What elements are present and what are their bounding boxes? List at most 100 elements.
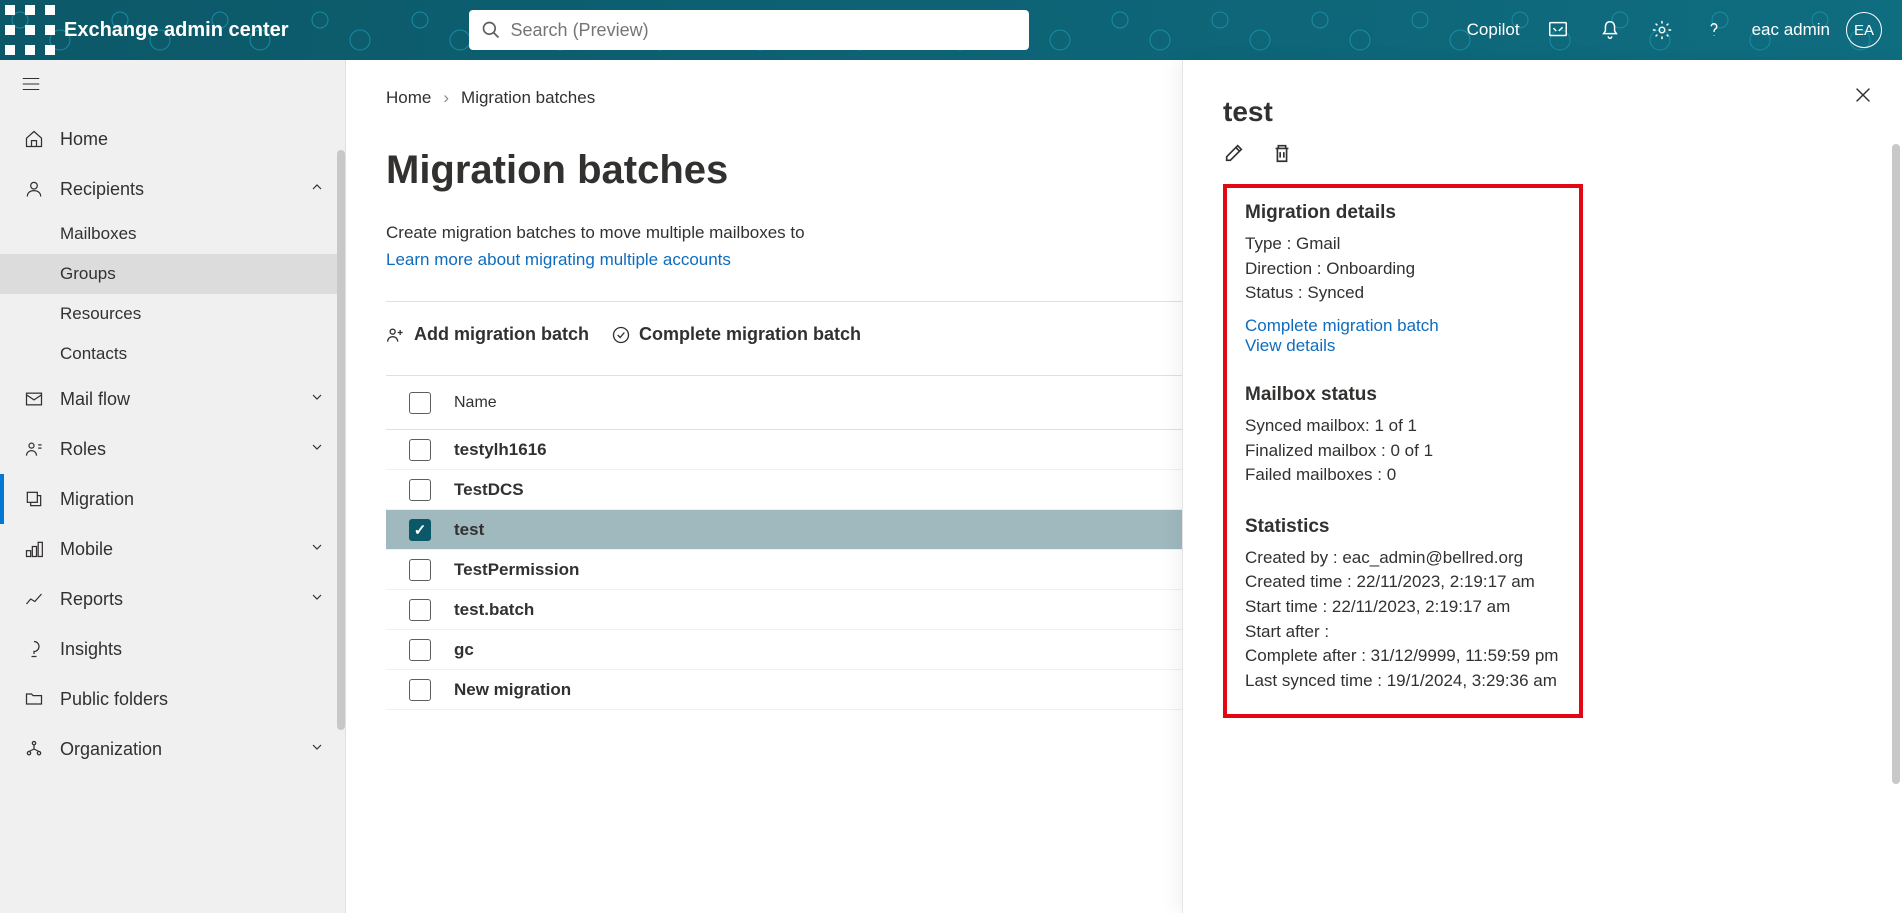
sidebar-item-label: Recipients bbox=[60, 179, 144, 200]
chevron-down-icon bbox=[309, 389, 325, 410]
sidebar-item-label: Migration bbox=[60, 489, 134, 510]
notifications-icon[interactable] bbox=[1588, 8, 1632, 52]
sidebar-item-label: Mail flow bbox=[60, 389, 130, 410]
copilot-button[interactable]: Copilot bbox=[1451, 20, 1528, 40]
complete-batch-link[interactable]: Complete migration batch bbox=[1245, 316, 1561, 336]
help-icon[interactable] bbox=[1692, 8, 1736, 52]
sidebar-item-insights[interactable]: Insights bbox=[0, 624, 345, 674]
sidebar-item-label: Public folders bbox=[60, 689, 168, 710]
settings-icon[interactable] bbox=[1640, 8, 1684, 52]
row-checkbox[interactable] bbox=[409, 599, 431, 621]
sidebar-item-home[interactable]: Home bbox=[0, 114, 345, 164]
details-panel: test Migration details Type : Gmail Dire… bbox=[1182, 60, 1902, 913]
add-migration-batch-button[interactable]: Add migration batch bbox=[386, 324, 589, 345]
chevron-down-icon bbox=[309, 589, 325, 610]
delete-icon[interactable] bbox=[1271, 142, 1293, 164]
sidebar-item-roles[interactable]: Roles bbox=[0, 424, 345, 474]
people-plus-icon bbox=[386, 325, 406, 345]
stat-complete-after: Complete after : 31/12/9999, 11:59:59 pm bbox=[1245, 644, 1561, 669]
row-checkbox[interactable] bbox=[409, 439, 431, 461]
stat-start-after: Start after : bbox=[1245, 620, 1561, 645]
sidebar-item-label: Mobile bbox=[60, 539, 113, 560]
app-launcher[interactable] bbox=[0, 0, 60, 60]
select-all-checkbox[interactable] bbox=[409, 392, 431, 414]
user-avatar[interactable]: EA bbox=[1846, 12, 1882, 48]
sidebar-item-label: Roles bbox=[60, 439, 106, 460]
search-input[interactable] bbox=[511, 20, 1017, 41]
chevron-down-icon bbox=[309, 539, 325, 560]
breadcrumb-current: Migration batches bbox=[461, 88, 595, 108]
mail-icon bbox=[20, 389, 48, 409]
migration-direction: Direction : Onboarding bbox=[1245, 257, 1561, 282]
roles-icon bbox=[20, 439, 48, 459]
sidebar-scrollbar[interactable] bbox=[337, 150, 345, 730]
dev-icon[interactable] bbox=[1536, 8, 1580, 52]
user-name: eac admin bbox=[1752, 20, 1830, 40]
sidebar-item-mailflow[interactable]: Mail flow bbox=[0, 374, 345, 424]
sidebar-item-organization[interactable]: Organization bbox=[0, 724, 345, 774]
migration-icon bbox=[20, 489, 48, 509]
search-box[interactable] bbox=[469, 10, 1029, 50]
view-details-link[interactable]: View details bbox=[1245, 336, 1561, 356]
sidebar-sub-contacts[interactable]: Contacts bbox=[0, 334, 345, 374]
sidebar-sub-mailboxes[interactable]: Mailboxes bbox=[0, 214, 345, 254]
stat-start-time: Start time : 22/11/2023, 2:19:17 am bbox=[1245, 595, 1561, 620]
mailbox-synced: Synced mailbox: 1 of 1 bbox=[1245, 414, 1561, 439]
row-checkbox[interactable] bbox=[409, 679, 431, 701]
row-checkbox[interactable] bbox=[409, 639, 431, 661]
person-icon bbox=[20, 179, 48, 199]
sidebar-item-reports[interactable]: Reports bbox=[0, 574, 345, 624]
reports-icon bbox=[20, 589, 48, 609]
search-icon bbox=[481, 20, 501, 40]
sidebar-item-migration[interactable]: Migration bbox=[0, 474, 345, 524]
migration-type: Type : Gmail bbox=[1245, 232, 1561, 257]
org-icon bbox=[20, 739, 48, 759]
section-heading: Statistics bbox=[1245, 516, 1561, 538]
sidebar-item-label: Organization bbox=[60, 739, 162, 760]
page-description: Create migration batches to move multipl… bbox=[386, 223, 805, 242]
chevron-up-icon bbox=[309, 179, 325, 200]
insights-icon bbox=[20, 639, 48, 659]
section-heading: Mailbox status bbox=[1245, 384, 1561, 406]
sidebar-item-label: Home bbox=[60, 129, 108, 150]
sidebar-sub-groups[interactable]: Groups bbox=[0, 254, 345, 294]
sidebar: Home Recipients Mailboxes Groups Resourc… bbox=[0, 60, 346, 913]
toolbar-add-label: Add migration batch bbox=[414, 324, 589, 345]
row-checkbox[interactable] bbox=[409, 479, 431, 501]
complete-migration-batch-button[interactable]: Complete migration batch bbox=[611, 324, 861, 345]
close-panel-button[interactable] bbox=[1852, 84, 1874, 112]
app-title: Exchange admin center bbox=[64, 19, 289, 42]
copilot-label: Copilot bbox=[1467, 20, 1520, 40]
toolbar-complete-label: Complete migration batch bbox=[639, 324, 861, 345]
row-checkbox[interactable] bbox=[409, 519, 431, 541]
row-checkbox[interactable] bbox=[409, 559, 431, 581]
sidebar-item-publicfolders[interactable]: Public folders bbox=[0, 674, 345, 724]
stat-created-time: Created time : 22/11/2023, 2:19:17 am bbox=[1245, 570, 1561, 595]
details-title: test bbox=[1223, 96, 1862, 128]
learn-more-link[interactable]: Learn more about migrating multiple acco… bbox=[386, 250, 731, 269]
hamburger-icon bbox=[20, 73, 42, 95]
panel-scrollbar[interactable] bbox=[1892, 144, 1900, 784]
sidebar-item-mobile[interactable]: Mobile bbox=[0, 524, 345, 574]
edit-icon[interactable] bbox=[1223, 142, 1245, 164]
sidebar-item-label: Insights bbox=[60, 639, 122, 660]
sidebar-sub-resources[interactable]: Resources bbox=[0, 294, 345, 334]
stat-created-by: Created by : eac_admin@bellred.org bbox=[1245, 546, 1561, 571]
sidebar-item-recipients[interactable]: Recipients bbox=[0, 164, 345, 214]
checkmark-circle-icon bbox=[611, 325, 631, 345]
breadcrumb-separator: › bbox=[443, 88, 449, 108]
sidebar-item-label: Reports bbox=[60, 589, 123, 610]
mailbox-finalized: Finalized mailbox : 0 of 1 bbox=[1245, 439, 1561, 464]
chevron-down-icon bbox=[309, 439, 325, 460]
details-highlight-box: Migration details Type : Gmail Direction… bbox=[1223, 184, 1583, 718]
close-icon bbox=[1852, 84, 1874, 106]
stat-last-synced: Last synced time : 19/1/2024, 3:29:36 am bbox=[1245, 669, 1561, 694]
sidebar-toggle[interactable] bbox=[0, 60, 345, 108]
migration-status: Status : Synced bbox=[1245, 281, 1561, 306]
breadcrumb-home[interactable]: Home bbox=[386, 88, 431, 108]
folders-icon bbox=[20, 689, 48, 709]
top-header: Exchange admin center Copilot eac admin … bbox=[0, 0, 1902, 60]
mailbox-failed: Failed mailboxes : 0 bbox=[1245, 463, 1561, 488]
section-heading: Migration details bbox=[1245, 202, 1561, 224]
home-icon bbox=[20, 129, 48, 149]
